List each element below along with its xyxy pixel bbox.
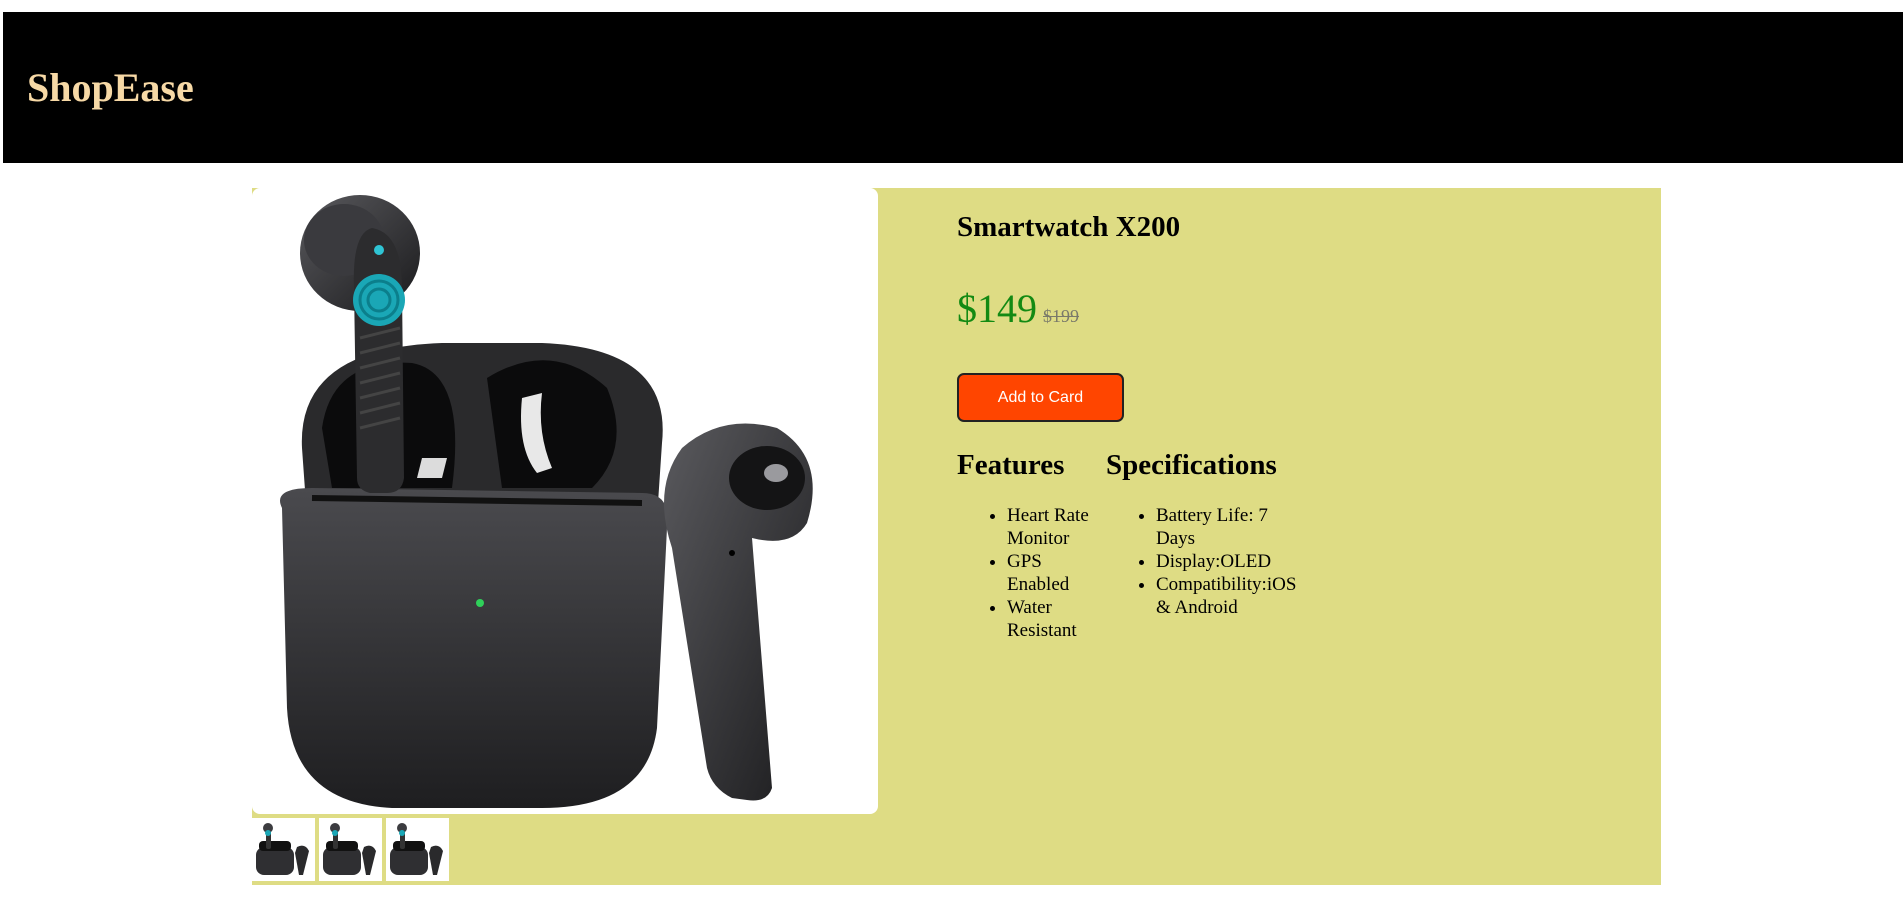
- thumbnail-1[interactable]: [252, 818, 315, 881]
- original-price: $199: [1043, 306, 1079, 326]
- earbuds-thumb-icon: [256, 823, 309, 875]
- thumbnail-strip: [252, 818, 449, 881]
- thumbnail-3[interactable]: [386, 818, 449, 881]
- product-title: Smartwatch X200: [957, 211, 1181, 243]
- features-list: Heart Rate Monitor GPS Enabled Water Res…: [957, 504, 1097, 642]
- specifications-heading: Specifications: [1106, 449, 1277, 481]
- earbuds-thumb-icon: [390, 823, 443, 875]
- spec-item: Display:OLED: [1156, 550, 1306, 573]
- features-section: Features Heart Rate Monitor GPS Enabled …: [957, 448, 1097, 642]
- feature-item: Water Resistant: [1007, 596, 1097, 642]
- spec-item: Battery Life: 7 Days: [1156, 504, 1306, 550]
- spec-item: Compatibility:iOS & Android: [1156, 573, 1306, 619]
- earbuds-image: [280, 195, 813, 808]
- specifications-section: Specifications Battery Life: 7 Days Disp…: [1106, 448, 1336, 619]
- feature-item: Heart Rate Monitor: [1007, 504, 1097, 550]
- site-logo[interactable]: ShopEase: [27, 65, 194, 111]
- features-heading: Features: [957, 449, 1065, 481]
- add-to-cart-button[interactable]: Add to Card: [957, 373, 1124, 422]
- thumbnail-2[interactable]: [319, 818, 382, 881]
- current-price: $149: [957, 286, 1037, 331]
- browser-top-strip: [0, 0, 1903, 12]
- specifications-list: Battery Life: 7 Days Display:OLED Compat…: [1106, 504, 1306, 619]
- site-header: ShopEase: [3, 12, 1903, 163]
- product-card: Smartwatch X200 $149 $199 Add to Card Fea…: [252, 188, 1661, 885]
- price-row: $149 $199: [957, 286, 1079, 332]
- feature-item: GPS Enabled: [1007, 550, 1097, 596]
- product-main-image[interactable]: [252, 188, 878, 814]
- earbuds-thumb-icon: [323, 823, 376, 875]
